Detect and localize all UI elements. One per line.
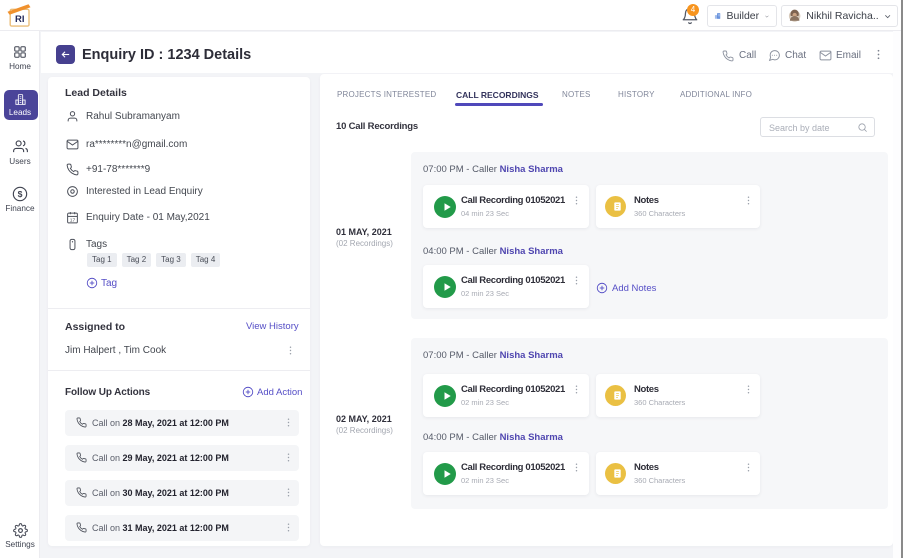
svg-text:RI: RI [15, 14, 25, 25]
